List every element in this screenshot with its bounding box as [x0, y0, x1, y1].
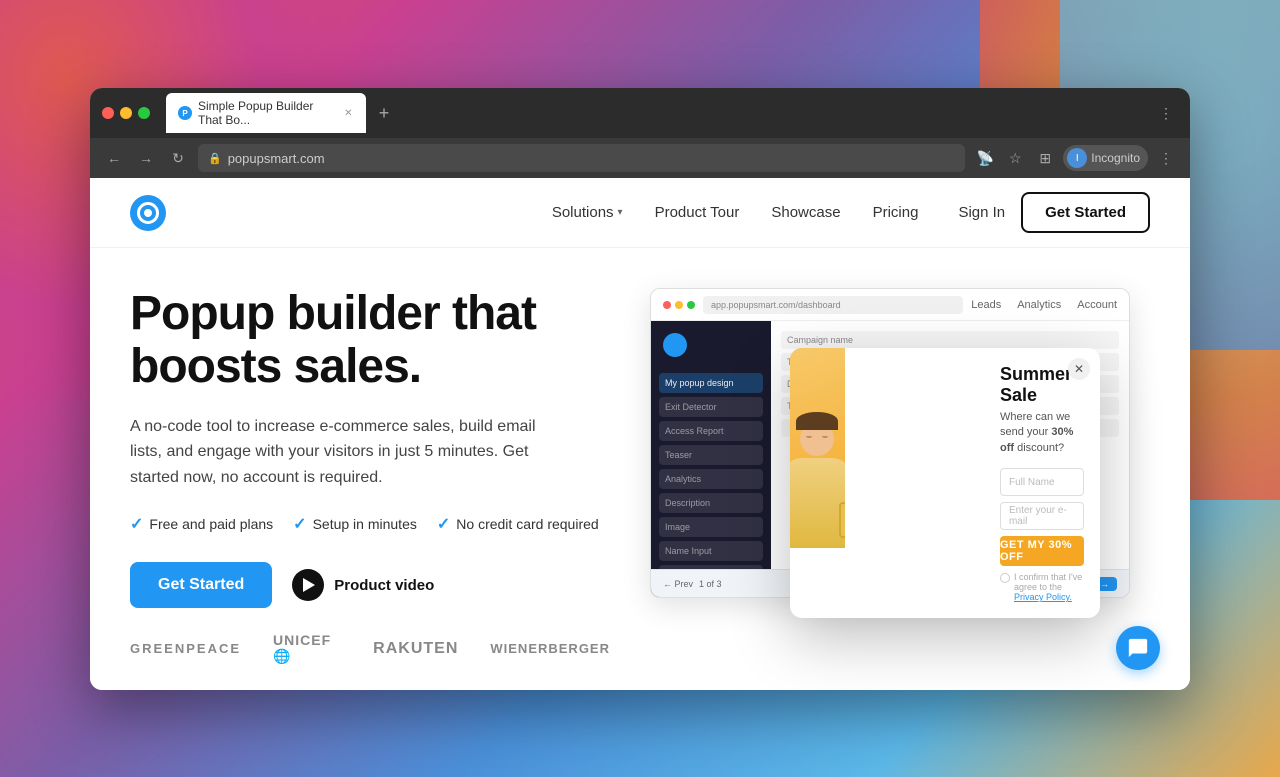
reload-button[interactable]: ↻ [166, 146, 190, 170]
hero-get-started-button[interactable]: Get Started [130, 562, 272, 608]
nav-product-tour[interactable]: Product Tour [655, 204, 740, 221]
back-button[interactable]: ← [102, 146, 126, 170]
trust-logos: GREENPEACE unicef 🌐 Rakuten wienerberger [130, 608, 610, 665]
close-button[interactable] [102, 107, 114, 119]
trust-logo-wienerberger: wienerberger [490, 641, 610, 656]
browser-menu-button[interactable]: ⋮ [1154, 101, 1178, 125]
popup-consent: I confirm that I've agree to the Privacy… [1000, 572, 1084, 602]
hero-actions: Get Started Product video [130, 562, 610, 608]
solutions-chevron-icon: ▾ [618, 207, 623, 218]
hero-left: Popup builder that boosts sales. A no-co… [130, 288, 610, 665]
logo-icon [130, 195, 166, 231]
popup-close-button[interactable]: ✕ [1068, 358, 1090, 380]
check-icon-1: ✓ [130, 514, 143, 534]
dashboard-traffic-lights [663, 301, 695, 309]
logo-inner [137, 202, 159, 224]
site-header: Solutions ▾ Product Tour Showcase Pricin… [90, 178, 1190, 248]
star-icon[interactable]: ☆ [1003, 146, 1027, 170]
profile-button[interactable]: I Incognito [1063, 145, 1148, 171]
dashboard-nav-tabs: Leads Analytics Account [971, 299, 1117, 311]
badge-free-plans: ✓ Free and paid plans [130, 514, 273, 534]
popup-description: Where can we send your 30% off discount? [1000, 410, 1084, 456]
address-bar[interactable]: 🔒 popupsmart.com [198, 144, 965, 172]
play-triangle [303, 578, 315, 592]
browser-window: P Simple Popup Builder That Bo... ✕ + ⋮ … [90, 88, 1190, 690]
check-icon-2: ✓ [293, 514, 306, 534]
profile-avatar: I [1067, 148, 1087, 168]
hero-video-button[interactable]: Product video [292, 569, 434, 601]
nav-showcase[interactable]: Showcase [771, 204, 840, 221]
trust-logo-greenpeace: GREENPEACE [130, 641, 241, 656]
trust-logo-rakuten: Rakuten [373, 640, 458, 658]
tab-close-button[interactable]: ✕ [343, 106, 354, 120]
hero-badges: ✓ Free and paid plans ✓ Setup in minutes… [130, 514, 610, 534]
site-nav: Solutions ▾ Product Tour Showcase Pricin… [552, 204, 919, 221]
website-content: Solutions ▾ Product Tour Showcase Pricin… [90, 178, 1190, 690]
browser-toolbar: ← → ↻ 🔒 popupsmart.com 📡 ☆ ⊞ I Incognito… [90, 138, 1190, 178]
traffic-lights [102, 107, 150, 119]
toolbar-right: 📡 ☆ ⊞ I Incognito ⋮ [973, 145, 1178, 171]
browser-chrome: P Simple Popup Builder That Bo... ✕ + ⋮ [90, 88, 1190, 138]
cast-icon[interactable]: 📡 [973, 146, 997, 170]
hero-subtitle: A no-code tool to increase e-commerce sa… [130, 414, 550, 491]
hero-section: Popup builder that boosts sales. A no-co… [90, 248, 1190, 685]
dash-maximize [687, 301, 695, 309]
nav-actions: Sign In Get Started [958, 192, 1150, 233]
sidebar-analytics[interactable]: Analytics [659, 469, 763, 489]
popup-cta-button[interactable]: GET MY 30% OFF [1000, 536, 1084, 566]
trust-logo-unicef: unicef 🌐 [273, 632, 341, 665]
tab-favicon: P [178, 106, 192, 120]
hero-right: app.popupsmart.com/dashboard Leads Analy… [650, 288, 1150, 628]
address-text: popupsmart.com [228, 151, 325, 166]
sidebar-description[interactable]: Description [659, 493, 763, 513]
nav-pricing[interactable]: Pricing [873, 204, 919, 221]
browser-options-button[interactable]: ⋮ [1154, 146, 1178, 170]
account-tab[interactable]: Account [1077, 299, 1117, 311]
active-tab[interactable]: P Simple Popup Builder That Bo... ✕ [166, 93, 366, 133]
minimize-button[interactable] [120, 107, 132, 119]
popup-mockup: ✕ [790, 348, 1100, 618]
chat-bubble-button[interactable] [1116, 626, 1160, 670]
sidebar-my-popup[interactable]: My popup design [659, 373, 763, 393]
profile-name: Incognito [1091, 151, 1140, 165]
badge-no-credit: ✓ No credit card required [437, 514, 599, 534]
maximize-button[interactable] [138, 107, 150, 119]
analytics-tab[interactable]: Analytics [1017, 299, 1061, 311]
sign-in-button[interactable]: Sign In [958, 204, 1005, 221]
dash-minimize [675, 301, 683, 309]
check-icon-3: ✓ [437, 514, 450, 534]
sidebar-teaser[interactable]: Teaser [659, 445, 763, 465]
tab-title: Simple Popup Builder That Bo... [198, 99, 337, 127]
dashboard-url: app.popupsmart.com/dashboard [703, 296, 963, 314]
dash-close [663, 301, 671, 309]
site-logo [130, 195, 166, 231]
pagination: ← Prev1 of 3 [663, 579, 722, 589]
popup-email-input[interactable]: Enter your e-mail [1000, 502, 1084, 530]
dashboard-sidebar: My popup design Exit Detector Access Rep… [651, 321, 771, 597]
badge-setup: ✓ Setup in minutes [293, 514, 417, 534]
dash-logo [663, 333, 687, 357]
forward-button[interactable]: → [134, 146, 158, 170]
popup-image [790, 348, 845, 548]
popup-fullname-input[interactable]: Full Name [1000, 468, 1084, 496]
popup-form: Summer Sale Where can we send your 30% o… [845, 348, 1100, 618]
nav-solutions[interactable]: Solutions ▾ [552, 204, 623, 221]
chat-icon [1127, 637, 1149, 659]
sidebar-access[interactable]: Access Report [659, 421, 763, 441]
sidebar-exit[interactable]: Exit Detector [659, 397, 763, 417]
header-get-started-button[interactable]: Get Started [1021, 192, 1150, 233]
new-tab-button[interactable]: + [370, 99, 398, 127]
hero-title: Popup builder that boosts sales. [130, 288, 610, 394]
play-icon [292, 569, 324, 601]
sidebar-name-input[interactable]: Name Input [659, 541, 763, 561]
consent-checkbox[interactable] [1000, 573, 1010, 583]
leads-tab[interactable]: Leads [971, 299, 1001, 311]
browser-tabs: P Simple Popup Builder That Bo... ✕ + [166, 93, 398, 133]
tab-switcher-icon[interactable]: ⊞ [1033, 146, 1057, 170]
field-row-1: Campaign name [781, 331, 1119, 349]
sidebar-image[interactable]: Image [659, 517, 763, 537]
lock-icon: 🔒 [208, 152, 222, 165]
dashboard-header: app.popupsmart.com/dashboard Leads Analy… [651, 289, 1129, 321]
